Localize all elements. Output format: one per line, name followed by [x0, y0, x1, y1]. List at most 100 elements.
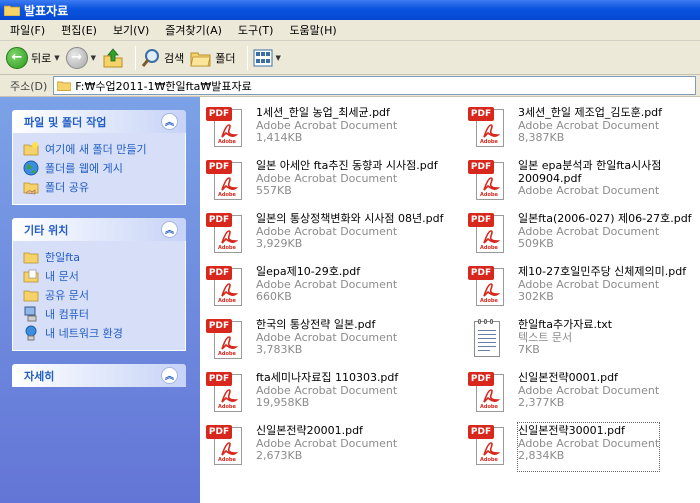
- file-size: 7KB: [518, 343, 540, 356]
- views-button[interactable]: ▼: [253, 49, 281, 67]
- task-new-folder[interactable]: 여기에 새 폴더 만들기: [23, 139, 175, 158]
- task-publish-web[interactable]: 폴더를 웹에 게시: [23, 158, 175, 177]
- pdf-file-icon: PDF Adobe: [468, 105, 506, 149]
- search-button[interactable]: 검색: [141, 48, 184, 68]
- menu-file[interactable]: 파일(F): [10, 22, 45, 38]
- task-share-folder[interactable]: 폴더 공유: [23, 177, 175, 196]
- panel-header[interactable]: 파일 및 폴더 작업 ︽: [12, 110, 186, 133]
- menu-help[interactable]: 도움말(H): [289, 22, 336, 38]
- place-label: 내 컴퓨터: [45, 307, 89, 321]
- address-path: F:₩수업2011-1₩한일fta₩발표자료: [75, 79, 252, 93]
- file-size: 1,414KB: [256, 131, 303, 144]
- file-size: 19,958KB: [256, 396, 310, 409]
- up-button[interactable]: [102, 47, 124, 69]
- toolbar-separator: [135, 45, 137, 70]
- toolbar-separator: [246, 45, 248, 70]
- folders-button[interactable]: 폴더: [190, 49, 236, 67]
- menu-tools[interactable]: 도구(T): [238, 22, 274, 38]
- panel-header[interactable]: 기타 위치 ︽: [12, 218, 186, 241]
- file-name: 일본 epa분석과 한일fta시사점: [518, 159, 662, 172]
- panel-header[interactable]: 자세히 ︽: [12, 364, 186, 387]
- task-pane: 파일 및 폴더 작업 ︽ 여기에 새 폴더 만들기 폴더를 웹에 게시 폴더 공…: [0, 97, 200, 503]
- panel-body: 여기에 새 폴더 만들기 폴더를 웹에 게시 폴더 공유: [12, 133, 186, 205]
- forward-button[interactable]: → ▼: [65, 46, 96, 69]
- file-item[interactable]: PDF Adobe 한국의 통상전략 일본.pdf Adobe Acrobat Doc…: [206, 317, 397, 365]
- file-item[interactable]: PDF Adobe 일본 아세안 fta추진 동향과 시사점.pdf Adobe Ac…: [206, 158, 438, 206]
- menu-favorites[interactable]: 즐겨찾기(A): [165, 22, 222, 38]
- file-details: 제10-27호일민주당 신체제의미.pdf Adobe Acrobat Docum…: [518, 264, 686, 312]
- file-item[interactable]: PDF Adobe fta세미나자료집 110303.pdf Adobe Acroba…: [206, 370, 398, 418]
- file-item[interactable]: PDF Adobe 일본fta(2006-027) 제06-27호.pdf Adobe…: [468, 211, 692, 259]
- text-file-icon: [468, 317, 506, 361]
- place-shared-documents[interactable]: 공유 문서: [23, 285, 175, 304]
- file-item[interactable]: PDF Adobe 제10-27호일민주당 신체제의미.pdf Adobe Acrob…: [468, 264, 686, 312]
- views-grid-icon: [253, 49, 273, 66]
- file-size: 8,387KB: [518, 131, 565, 144]
- file-name: 1세션_한일 농업_최세균.pdf: [256, 106, 390, 119]
- file-details: 일본fta(2006-027) 제06-27호.pdf Adobe Acrobat…: [518, 211, 692, 259]
- file-tasks-panel: 파일 및 폴더 작업 ︽ 여기에 새 폴더 만들기 폴더를 웹에 게시 폴더 공…: [12, 110, 186, 205]
- pdf-file-icon: PDF Adobe: [206, 105, 244, 149]
- pdf-file-icon: PDF Adobe: [206, 211, 244, 255]
- chevron-down-icon[interactable]: ▼: [276, 54, 281, 62]
- file-details: 3세션_한일 제조업_김도훈.pdf Adobe Acrobat Document…: [518, 105, 662, 153]
- panel-title: 기타 위치: [24, 223, 69, 237]
- chevron-down-icon[interactable]: ▼: [54, 54, 59, 62]
- pdf-file-icon: PDF Adobe: [206, 264, 244, 308]
- share-folder-icon: [23, 182, 39, 194]
- place-label: 내 문서: [45, 269, 79, 283]
- file-details: 신일본전략0001.pdf Adobe Acrobat Document 2,377…: [518, 370, 659, 418]
- other-places-panel: 기타 위치 ︽ 한일fta 내 문서 공유 문서 내 컴퓨터 내 네트워크 환경: [12, 218, 186, 351]
- file-item[interactable]: PDF Adobe 3세션_한일 제조업_김도훈.pdf Adobe Acrobat …: [468, 105, 662, 153]
- back-arrow-icon: ←: [6, 46, 28, 69]
- file-name: 신일본전략0001.pdf: [518, 371, 618, 384]
- file-name: 한일fta추가자료.txt: [518, 318, 613, 331]
- file-details: 일본 epa분석과 한일fta시사점 200904.pdf Adobe Acroba…: [518, 158, 661, 206]
- file-size: 2,673KB: [256, 449, 303, 462]
- chevron-down-icon[interactable]: ▼: [91, 54, 96, 62]
- file-item[interactable]: PDF Adobe 일epa제10-29호.pdf Adobe Acrobat Doc…: [206, 264, 397, 312]
- place-label: 공유 문서: [45, 288, 89, 302]
- file-item[interactable]: PDF Adobe 일본 epa분석과 한일fta시사점 200904.pdf Adob…: [468, 158, 661, 206]
- expand-chevron-icon[interactable]: ︽: [161, 367, 178, 384]
- file-item[interactable]: PDF Adobe 일본의 통상정책변화와 시사점 08년.pdf Adobe Acr…: [206, 211, 444, 259]
- menu-view[interactable]: 보기(V): [113, 22, 149, 38]
- file-item[interactable]: 한일fta추가자료.txt 텍스트 문서 7KB: [468, 317, 612, 365]
- file-details: 1세션_한일 농업_최세균.pdf Adobe Acrobat Document 1…: [256, 105, 397, 153]
- file-name: 일epa제10-29호.pdf: [256, 265, 361, 278]
- file-details: 일본의 통상정책변화와 시사점 08년.pdf Adobe Acrobat Doc…: [256, 211, 444, 259]
- place-label: 내 네트워크 환경: [45, 326, 123, 340]
- address-label: 주소(D): [10, 79, 48, 93]
- pdf-file-icon: PDF Adobe: [468, 423, 506, 467]
- window-title: 발표자료: [24, 3, 69, 18]
- search-icon: [141, 48, 160, 67]
- place-label: 한일fta: [45, 250, 80, 264]
- place-network[interactable]: 내 네트워크 환경: [23, 323, 175, 342]
- file-name: 신일본전략30001.pdf: [518, 424, 625, 437]
- computer-icon: [24, 306, 37, 321]
- collapse-chevron-icon[interactable]: ︽: [161, 113, 178, 130]
- collapse-chevron-icon[interactable]: ︽: [161, 221, 178, 238]
- folders-label: 폴더: [215, 51, 236, 65]
- pdf-file-icon: PDF Adobe: [468, 158, 506, 202]
- place-hanil-fta[interactable]: 한일fta: [23, 247, 175, 266]
- menu-edit[interactable]: 편집(E): [61, 22, 97, 38]
- file-item[interactable]: PDF Adobe 신일본전략30001.pdf Adobe Acrobat Docu…: [468, 422, 661, 472]
- file-item[interactable]: PDF Adobe 1세션_한일 농업_최세균.pdf Adobe Acrobat D…: [206, 105, 397, 153]
- file-details: 일epa제10-29호.pdf Adobe Acrobat Document 660…: [256, 264, 397, 312]
- back-button[interactable]: ← 뒤로 ▼: [6, 46, 60, 69]
- file-size: 302KB: [518, 290, 554, 303]
- shared-documents-icon: [23, 290, 39, 301]
- file-item[interactable]: PDF Adobe 신일본전략0001.pdf Adobe Acrobat Docum…: [468, 370, 659, 418]
- file-item[interactable]: PDF Adobe 신일본전략20001.pdf Adobe Acrobat Docu…: [206, 423, 397, 471]
- file-list: PDF Adobe 1세션_한일 농업_최세균.pdf Adobe Acrobat D…: [200, 97, 700, 503]
- place-my-documents[interactable]: 내 문서: [23, 266, 175, 285]
- file-name: fta세미나자료집 110303.pdf: [256, 371, 399, 384]
- place-my-computer[interactable]: 내 컴퓨터: [23, 304, 175, 323]
- file-size: 2,377KB: [518, 396, 565, 409]
- menu-bar: 파일(F) 편집(E) 보기(V) 즐겨찾기(A) 도구(T) 도움말(H): [0, 20, 700, 41]
- panel-body: 한일fta 내 문서 공유 문서 내 컴퓨터 내 네트워크 환경: [12, 241, 186, 351]
- back-label: 뒤로: [31, 51, 52, 65]
- task-label: 폴더를 웹에 게시: [45, 161, 123, 175]
- address-input[interactable]: F:₩수업2011-1₩한일fta₩발표자료: [53, 76, 696, 95]
